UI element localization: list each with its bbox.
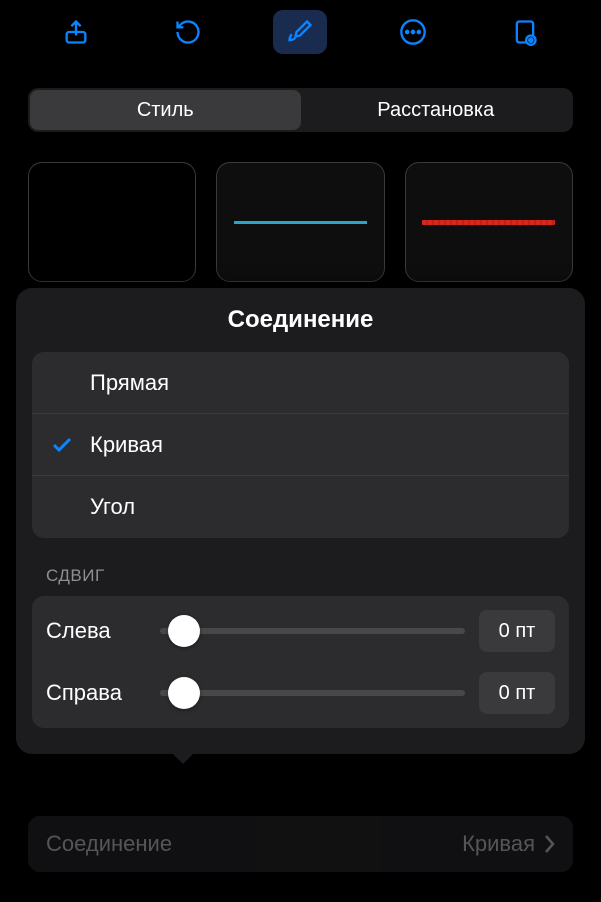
- slider-row-left: Слева 0 пт: [32, 600, 569, 662]
- option-corner[interactable]: Угол: [32, 476, 569, 538]
- document-options-button[interactable]: [498, 10, 552, 54]
- line-style-presets: [0, 148, 601, 282]
- preset-line-red[interactable]: [405, 162, 573, 282]
- preset-line-black[interactable]: [28, 162, 196, 282]
- toolbar: [0, 0, 601, 64]
- connection-row-label: Соединение: [46, 831, 172, 857]
- offset-section-header: СДВИГ: [16, 566, 585, 596]
- connection-row[interactable]: Соединение Кривая: [28, 816, 573, 872]
- slider-right-label: Справа: [46, 680, 146, 706]
- preset-line-blue[interactable]: [216, 162, 384, 282]
- slider-left-label: Слева: [46, 618, 146, 644]
- style-arrange-segmented: Стиль Расстановка: [28, 88, 573, 132]
- sheet-pointer: [171, 752, 195, 764]
- slider-right-value[interactable]: 0 пт: [479, 672, 555, 714]
- connection-sheet: Соединение Прямая Кривая Угол СДВИГ Слев…: [16, 288, 585, 754]
- connection-row-value: Кривая: [462, 831, 555, 857]
- option-curve[interactable]: Кривая: [32, 414, 569, 476]
- chevron-right-icon: [543, 834, 555, 854]
- share-button[interactable]: [49, 10, 103, 54]
- sheet-title: Соединение: [16, 306, 585, 334]
- connection-options: Прямая Кривая Угол: [32, 352, 569, 538]
- slider-left-track[interactable]: [160, 628, 465, 634]
- more-button[interactable]: [386, 10, 440, 54]
- slider-right-track[interactable]: [160, 690, 465, 696]
- option-straight[interactable]: Прямая: [32, 352, 569, 414]
- tab-style[interactable]: Стиль: [30, 90, 301, 130]
- tab-arrange[interactable]: Расстановка: [301, 90, 572, 130]
- undo-button[interactable]: [161, 10, 215, 54]
- offset-sliders: Слева 0 пт Справа 0 пт: [32, 596, 569, 728]
- slider-right-thumb[interactable]: [168, 677, 200, 709]
- slider-left-thumb[interactable]: [168, 615, 200, 647]
- slider-left-value[interactable]: 0 пт: [479, 610, 555, 652]
- format-brush-button[interactable]: [273, 10, 327, 54]
- checkmark-icon: [50, 433, 90, 457]
- slider-row-right: Справа 0 пт: [32, 662, 569, 724]
